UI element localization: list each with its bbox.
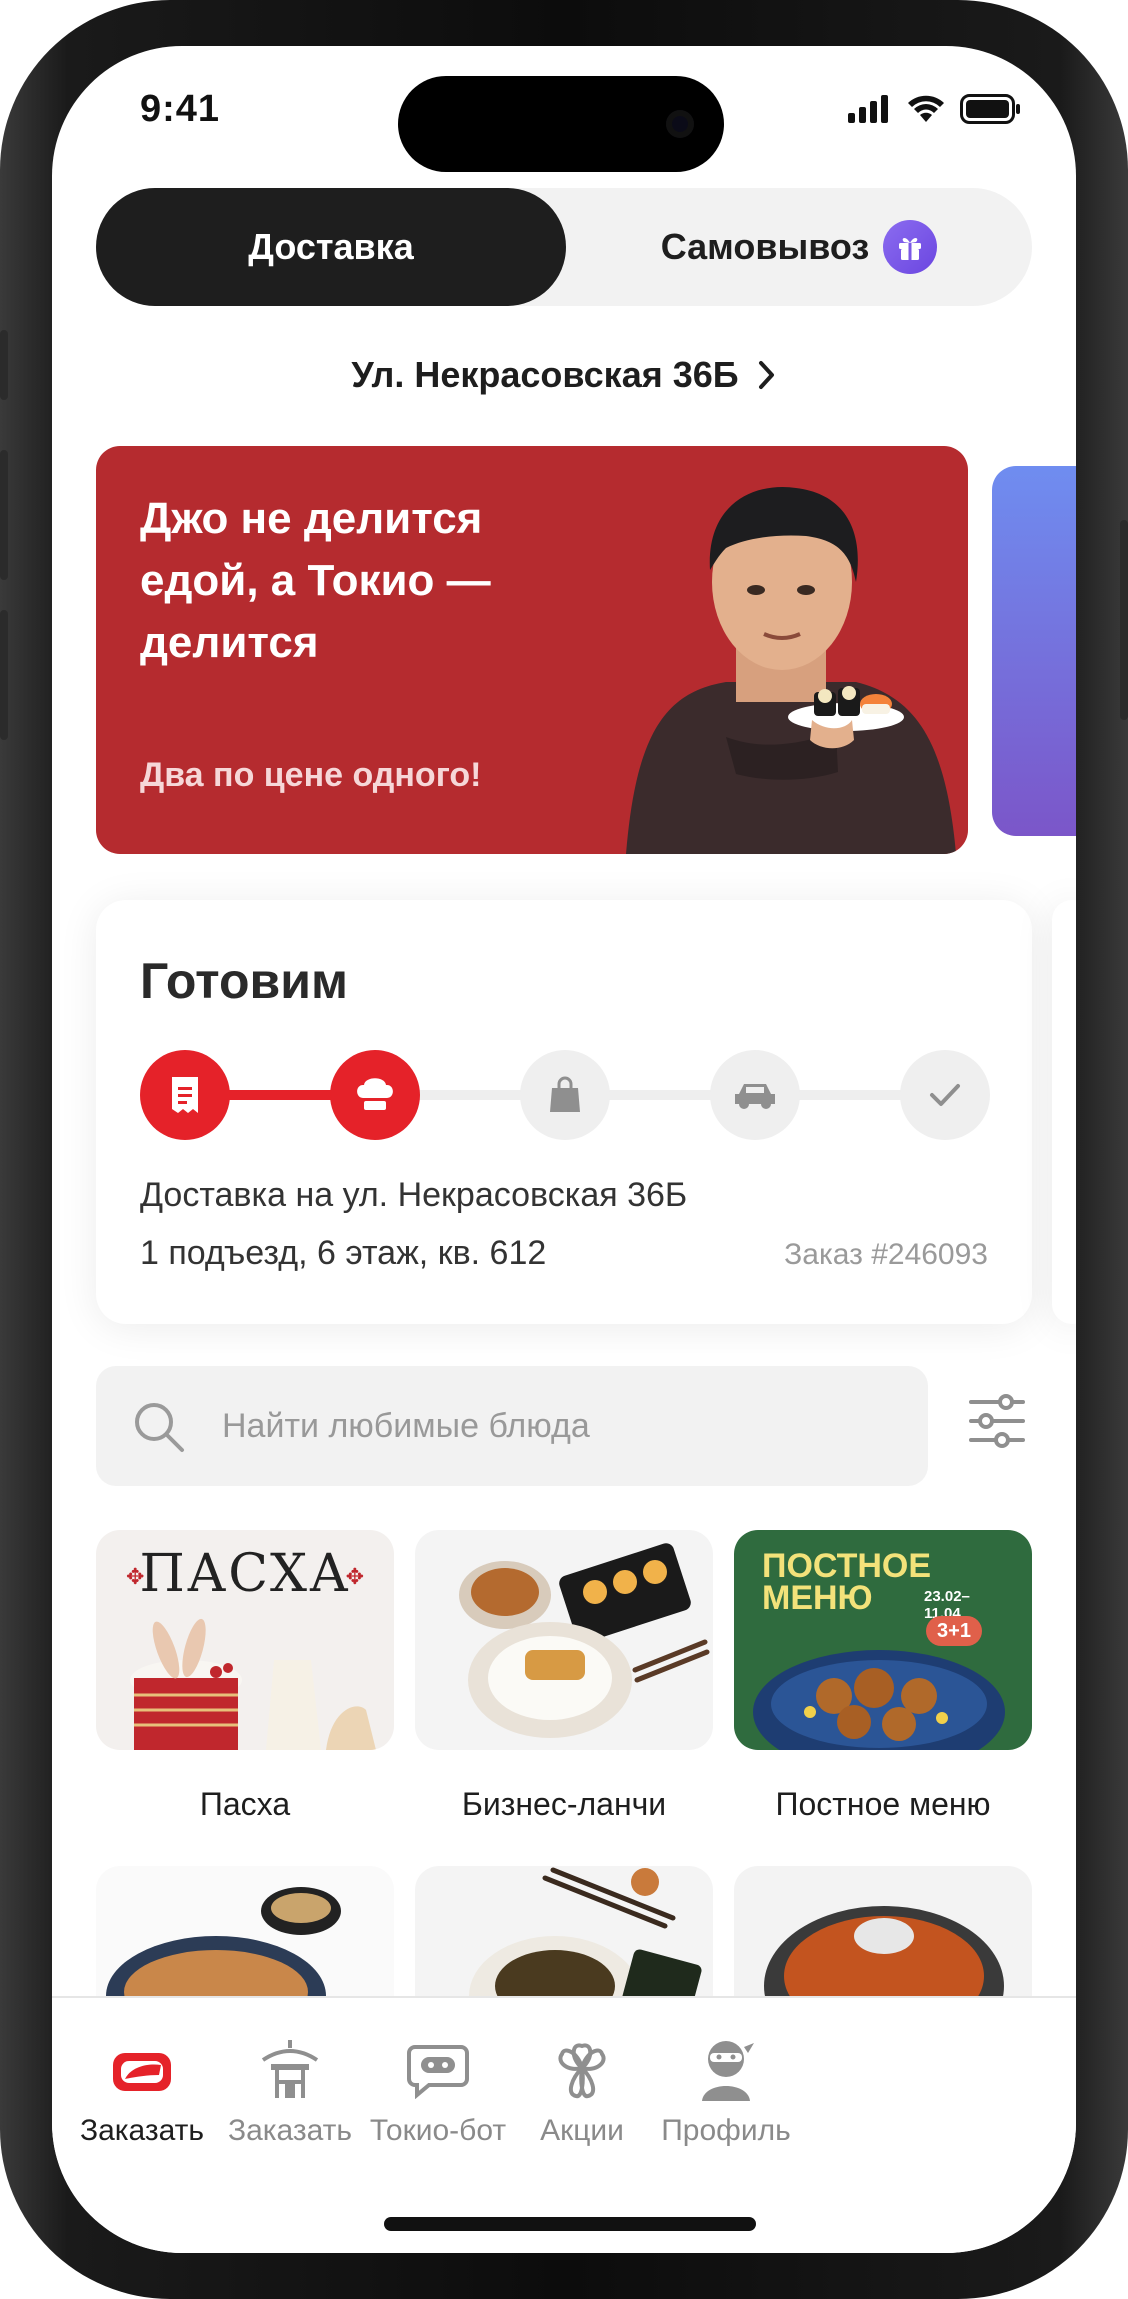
promo-title: Джо не делится едой, а Токио — делится xyxy=(140,494,491,667)
step-packing xyxy=(520,1050,610,1140)
order-progress xyxy=(140,1050,990,1140)
receipt-icon xyxy=(172,1077,198,1113)
sushi-icon xyxy=(113,2053,171,2091)
dynamic-island xyxy=(398,76,724,172)
promo-subtitle: Два по цене одного! xyxy=(140,756,482,794)
category-lenten-menu-image: ПОСТНОЕ МЕНЮ 23.02–11.04 3+1 xyxy=(734,1530,1032,1750)
sakura-icon xyxy=(558,2043,606,2099)
bot-icon xyxy=(407,2045,469,2099)
camera-icon xyxy=(666,110,694,138)
home-indicator[interactable] xyxy=(384,2217,756,2231)
battery-icon xyxy=(960,94,1020,124)
search-icon xyxy=(135,1403,184,1452)
easter-cake-illustration xyxy=(130,1618,376,1750)
step-cooking xyxy=(330,1050,420,1140)
bottom-tab-bar: Заказать Заказать Токио-бот Акции Профил… xyxy=(52,1996,1076,2253)
delivery-mode-toggle: Доставка Самовывоз xyxy=(96,188,1032,306)
order-number: Заказ #246093 xyxy=(784,1238,988,1271)
business-lunch-illustration xyxy=(459,1543,710,1738)
status-time: 9:41 xyxy=(140,88,221,130)
address-text: Ул. Некрасовская 36Б xyxy=(351,354,739,395)
pagoda-icon xyxy=(261,2040,319,2098)
check-icon xyxy=(930,1084,960,1106)
chef-hat-icon xyxy=(357,1078,393,1110)
next-promo-banner[interactable] xyxy=(992,466,1076,836)
category-lenten-menu[interactable]: ПОСТНОЕ МЕНЮ 23.02–11.04 3+1 Постное мен… xyxy=(734,1530,1032,1823)
category-business-lunch-image xyxy=(415,1530,713,1750)
status-bar: 9:41 xyxy=(52,46,1076,186)
app-screen: 9:41 Доставка Самовывоз Ул. Некрасовская… xyxy=(52,46,1076,2253)
step-delivering xyxy=(710,1050,800,1140)
ornament-icon: ✥ xyxy=(126,1564,145,1589)
category-business-lunch[interactable]: Бизнес-ланчи xyxy=(415,1530,713,1823)
tab-profile[interactable]: Профиль xyxy=(636,2034,816,2148)
chef-character-illustration xyxy=(626,486,956,854)
step-delivered xyxy=(900,1050,990,1140)
lenten-bowl-illustration xyxy=(753,1650,1005,1750)
search-bar xyxy=(96,1366,928,1486)
power-button xyxy=(1120,520,1128,720)
bag-icon xyxy=(550,1076,580,1112)
gift-icon xyxy=(883,220,938,274)
step-received xyxy=(140,1050,230,1140)
ninja-icon xyxy=(702,2041,754,2101)
order-address-details: 1 подъезд, 6 этаж, кв. 612 xyxy=(140,1234,547,1272)
wifi-icon xyxy=(908,95,944,122)
chevron-right-icon xyxy=(758,361,774,389)
next-order-card[interactable] xyxy=(1052,900,1076,1324)
order-status-title: Готовим xyxy=(140,953,348,1009)
order-status-card[interactable]: Готовим Доставка на ул. Некрасовская 36Б… xyxy=(96,900,1032,1324)
promo-banner[interactable]: Джо не делится едой, а Токио — делится Д… xyxy=(96,446,968,854)
signal-icon xyxy=(848,95,888,123)
category-pascha[interactable]: ПАСХА ✥ ✥ Пасха xyxy=(96,1530,394,1823)
pickup-tab[interactable]: Самовывоз xyxy=(566,188,1032,306)
mute-switch xyxy=(0,330,8,400)
delivery-tab[interactable]: Доставка xyxy=(96,188,566,306)
volume-up-button xyxy=(0,450,8,580)
category-pascha-image: ПАСХА ✥ ✥ xyxy=(96,1530,394,1750)
order-delivery-address: Доставка на ул. Некрасовская 36Б xyxy=(140,1176,688,1214)
category-lenten-menu-label: Постное меню xyxy=(775,1786,991,1822)
tab-profile-label: Профиль xyxy=(661,2114,791,2147)
car-icon xyxy=(735,1084,775,1109)
filter-icon[interactable] xyxy=(968,1392,1026,1450)
category-business-lunch-label: Бизнес-ланчи xyxy=(461,1786,667,1822)
category-pascha-label: Пасха xyxy=(199,1786,291,1822)
phone-frame: 9:41 Доставка Самовывоз Ул. Некрасовская… xyxy=(0,0,1128,2299)
pickup-tab-label: Самовывоз xyxy=(660,226,870,267)
address-selector[interactable]: Ул. Некрасовская 36Б xyxy=(52,354,1076,396)
search-input[interactable] xyxy=(222,1366,902,1486)
ornament-icon: ✥ xyxy=(345,1564,364,1589)
status-icons xyxy=(848,94,1022,124)
volume-down-button xyxy=(0,610,8,740)
